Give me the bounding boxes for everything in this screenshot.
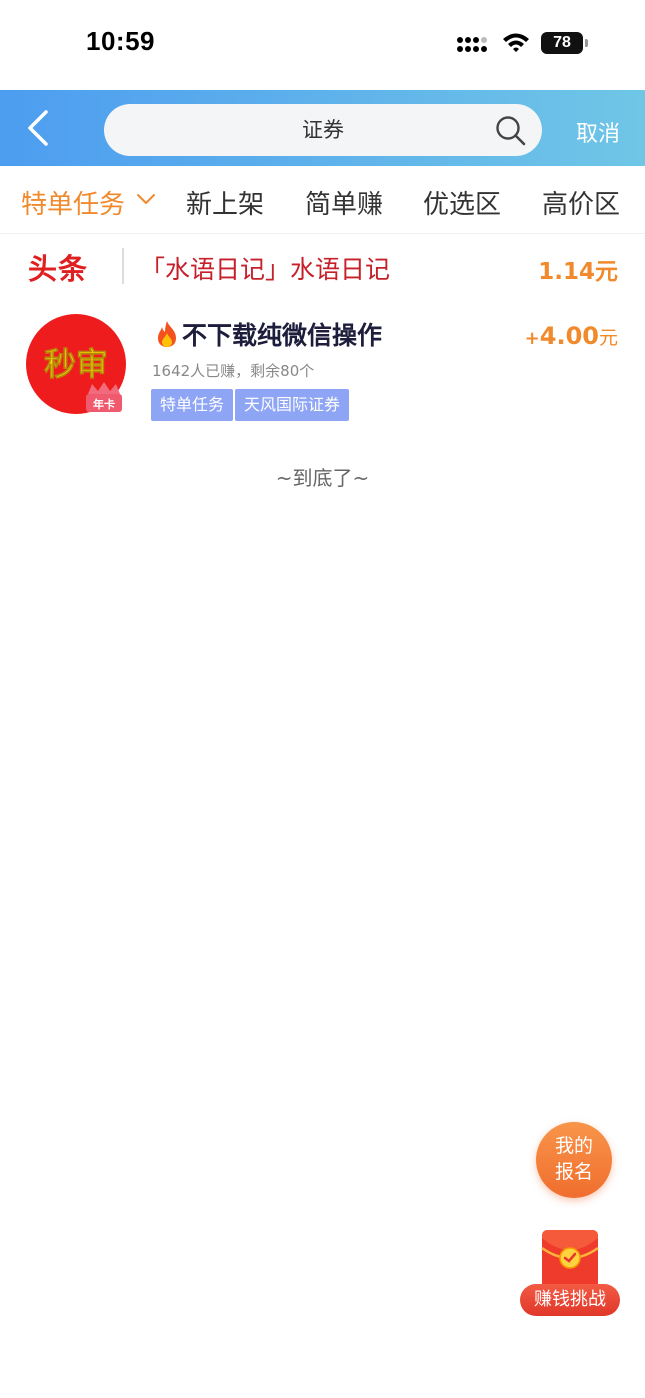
- task-title: 不下载纯微信操作: [182, 321, 383, 350]
- earn-challenge-label: 赚钱挑战: [520, 1284, 620, 1316]
- task-price: +4.00元: [525, 322, 618, 350]
- task-price-sign: +: [524, 328, 540, 349]
- task-title-row: 不下载纯微信操作: [152, 316, 382, 352]
- headline-price: 1.14元: [538, 259, 618, 285]
- divider: [122, 248, 124, 284]
- search-input[interactable]: 证券: [104, 104, 542, 156]
- task-avatar-image: 秒审 年卡: [26, 314, 126, 414]
- task-price-amount: 4.00: [539, 322, 599, 350]
- chevron-down-icon[interactable]: [136, 192, 156, 206]
- back-arrow-icon[interactable]: [22, 108, 56, 148]
- end-of-list-text: ~到底了~: [275, 466, 370, 490]
- cellular-signal-icon: [457, 37, 487, 52]
- headline-text: 「水语日记」水语日记: [140, 255, 391, 284]
- tab-special-task[interactable]: 特单任务: [21, 184, 125, 221]
- my-signup-label: 我的 报名: [536, 1133, 612, 1185]
- my-signup-line2: 报名: [554, 1161, 593, 1183]
- battery-tip: [585, 39, 588, 47]
- tab-high-price[interactable]: 高价区: [542, 184, 620, 221]
- battery-indicator: 78: [541, 32, 589, 54]
- my-signup-line1: 我的: [554, 1135, 593, 1157]
- wifi-icon: [503, 33, 529, 52]
- tab-easy-earn[interactable]: 简单赚: [305, 184, 383, 221]
- status-bar: 10:59 78: [0, 0, 645, 90]
- battery-level: 78: [553, 34, 571, 51]
- headline-logo: 头条: [28, 252, 89, 286]
- tab-selected[interactable]: 优选区: [423, 184, 501, 221]
- fire-icon: [158, 321, 176, 347]
- task-price-unit: 元: [598, 327, 618, 349]
- search-query: 证券: [302, 118, 344, 142]
- avatar-badge: 年卡: [93, 397, 115, 411]
- avatar-text: 秒审: [44, 345, 108, 383]
- task-meta: 1642人已赚，剩余80个: [152, 362, 315, 380]
- tab-new[interactable]: 新上架: [186, 184, 264, 221]
- task-tag: 天风国际证券: [235, 389, 350, 421]
- status-time: 10:59: [86, 26, 155, 56]
- category-tabs: 特单任务 新上架 简单赚 优选区 高价区: [0, 166, 645, 234]
- task-avatar: 秒审 年卡: [26, 314, 126, 416]
- task-list-item[interactable]: 秒审 年卡 不下载纯微信操作 1642人已赚，剩余80个 特单任务 天风国际证券 …: [0, 300, 645, 430]
- search-icon[interactable]: [494, 114, 528, 148]
- task-tags: 特单任务 天风国际证券: [151, 389, 351, 421]
- my-signup-button[interactable]: 我的 报名: [536, 1122, 612, 1198]
- search-header: 证券 取消: [0, 90, 645, 166]
- cancel-button[interactable]: 取消: [576, 116, 620, 148]
- headline-row[interactable]: 头条 「水语日记」水语日记 1.14元: [0, 234, 645, 298]
- earn-challenge-button[interactable]: 赚钱挑战: [520, 1226, 622, 1320]
- task-tag: 特单任务: [151, 389, 234, 421]
